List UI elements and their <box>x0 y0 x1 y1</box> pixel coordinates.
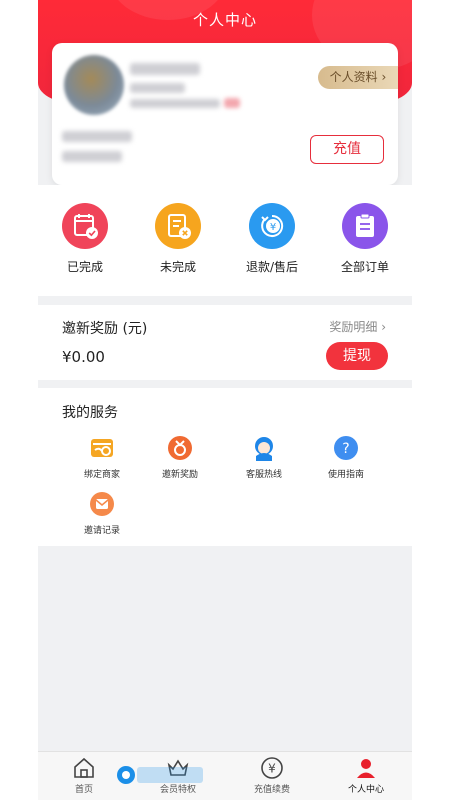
blurred-user-info <box>130 83 185 93</box>
watermark-logo <box>115 764 205 786</box>
chevron-right-icon: › <box>377 70 387 84</box>
profile-info-label: 个人资料 <box>329 70 378 84</box>
calendar-check-icon <box>62 203 108 249</box>
blurred-user-name <box>130 63 200 75</box>
document-cancel-icon <box>155 203 201 249</box>
app-screen: 个人中心 个人资料 › 充值 已完成 未完成 ¥ 退款/售后 全部订单 邀新奖励… <box>38 0 412 800</box>
service-hotline[interactable]: 客服热线 <box>224 435 304 480</box>
order-label: 退款/售后 <box>245 260 299 274</box>
reward-detail-label: 奖励明细 <box>329 320 378 334</box>
recharge-button[interactable]: 充值 <box>310 135 384 164</box>
profile-card: 个人资料 › 充值 <box>52 43 398 185</box>
tab-label: 首页 <box>74 785 93 795</box>
help-icon: ? <box>333 435 359 461</box>
service-invite-reward[interactable]: 邀新奖励 <box>140 435 220 480</box>
reward-title: 邀新奖励 (元) <box>62 321 148 337</box>
home-icon <box>44 756 124 780</box>
order-label: 全部订单 <box>340 260 389 274</box>
yen-circle-icon: ¥ <box>232 756 312 780</box>
svg-text:¥: ¥ <box>268 762 276 776</box>
page-title: 个人中心 <box>192 11 257 29</box>
blurred-account-info <box>62 151 122 162</box>
avatar[interactable] <box>64 55 124 115</box>
store-bind-icon <box>89 435 115 461</box>
blurred-user-info <box>130 99 220 108</box>
tab-recharge[interactable]: ¥ 充值续费 <box>232 756 312 795</box>
order-all[interactable]: 全部订单 <box>320 203 410 275</box>
reward-detail-link[interactable]: 奖励明细 › <box>329 318 386 335</box>
tab-label: 充值续费 <box>253 785 290 795</box>
tab-personal-center[interactable]: 个人中心 <box>326 756 406 795</box>
svg-text:¥: ¥ <box>270 222 276 233</box>
invite-mail-icon <box>89 491 115 517</box>
service-label: 绑定商家 <box>83 470 120 480</box>
withdraw-button[interactable]: 提现 <box>326 342 388 370</box>
blurred-user-badge <box>224 98 240 108</box>
invite-reward-section: 邀新奖励 (元) 奖励明细 › ¥0.00 提现 <box>38 305 412 380</box>
medal-icon <box>167 435 193 461</box>
order-completed[interactable]: 已完成 <box>40 203 130 275</box>
tab-home[interactable]: 首页 <box>44 756 124 795</box>
profile-info-link[interactable]: 个人资料 › <box>318 66 398 89</box>
service-guide[interactable]: ? 使用指南 <box>306 435 386 480</box>
services-title: 我的服务 <box>62 405 118 421</box>
service-bind-merchant[interactable]: 绑定商家 <box>62 435 142 480</box>
svg-text:?: ? <box>342 441 349 457</box>
my-services-section: 我的服务 绑定商家 邀新奖励 客服热线 ? 使用指南 邀请记录 <box>38 388 412 546</box>
bottom-tab-bar: 首页 会员特权 ¥ 充值续费 个人中心 <box>38 751 412 800</box>
service-label: 邀请记录 <box>83 526 120 536</box>
service-label: 邀新奖励 <box>161 470 198 480</box>
tab-label: 个人中心 <box>347 785 384 795</box>
clipboard-icon <box>342 203 388 249</box>
person-icon <box>326 756 406 780</box>
service-label: 客服热线 <box>245 470 282 480</box>
service-invite-records[interactable]: 邀请记录 <box>62 491 142 536</box>
reward-amount: ¥0.00 <box>62 348 105 366</box>
order-incomplete[interactable]: 未完成 <box>133 203 223 275</box>
order-shortcuts: 已完成 未完成 ¥ 退款/售后 全部订单 <box>38 185 412 296</box>
blurred-account-info <box>62 131 132 142</box>
order-label: 已完成 <box>66 260 103 274</box>
customer-service-icon <box>251 435 277 461</box>
service-label: 使用指南 <box>327 470 364 480</box>
chevron-right-icon: › <box>377 320 386 334</box>
refund-yen-icon: ¥ <box>249 203 295 249</box>
order-refund[interactable]: ¥ 退款/售后 <box>227 203 317 275</box>
order-label: 未完成 <box>159 260 196 274</box>
